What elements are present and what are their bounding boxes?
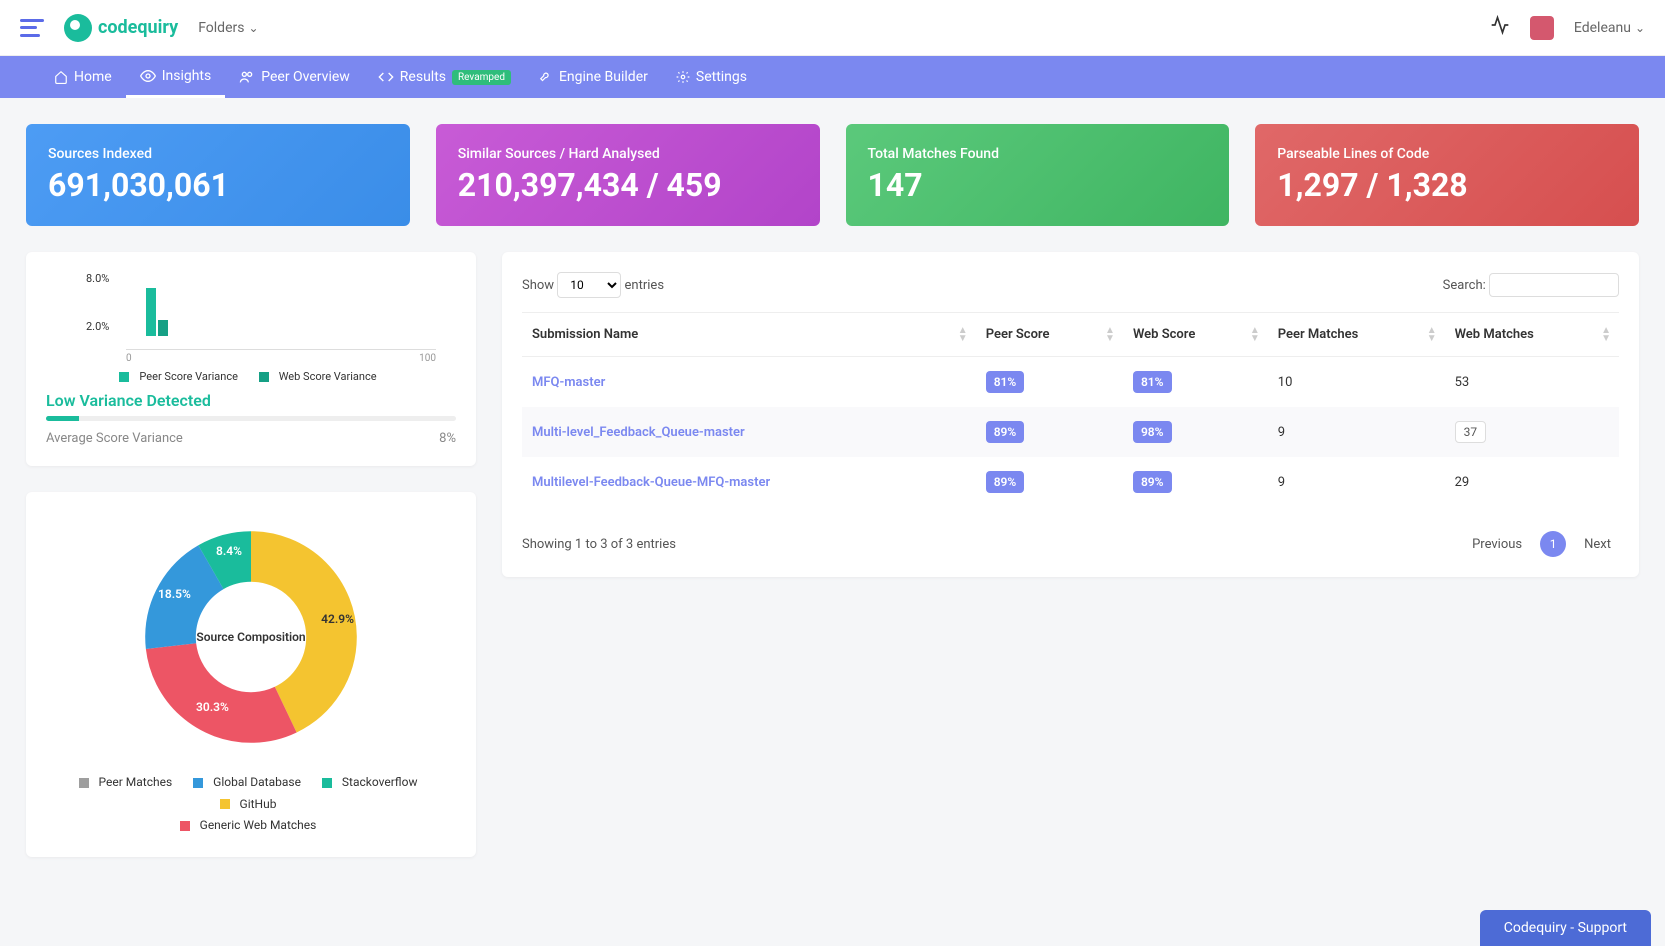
table-row: Multi-level_Feedback_Queue-master 89% 98% 9… xyxy=(522,407,1619,457)
stat-value: 210,397,434 / 459 xyxy=(458,166,798,204)
prev-button[interactable]: Previous xyxy=(1464,533,1530,556)
brand-icon xyxy=(64,14,92,42)
variance-footer-label: Average Score Variance xyxy=(46,431,183,446)
variance-title: Low Variance Detected xyxy=(46,391,456,410)
variance-chart: 8.0% 2.0% 0100 xyxy=(126,272,436,362)
table-info: Showing 1 to 3 of 3 entries xyxy=(522,537,676,552)
source-composition-chart: Source Composition 8.4% 18.5% 30.3% 42.9… xyxy=(136,522,366,752)
search-input[interactable] xyxy=(1489,273,1619,297)
entries-control: Show 10 entries xyxy=(522,272,664,298)
user-menu-dropdown[interactable]: Edeleanu xyxy=(1574,20,1645,36)
wrench-icon xyxy=(539,70,553,84)
variance-legend: Peer Score Variance Web Score Variance xyxy=(46,370,456,383)
peer-score-badge: 89% xyxy=(986,421,1025,443)
search-control: Search: xyxy=(1443,273,1619,297)
col-web-matches[interactable]: Web Matches▲▼ xyxy=(1445,313,1619,357)
peer-matches-value: 9 xyxy=(1268,407,1445,457)
support-widget[interactable]: Codequiry - Support xyxy=(1480,910,1651,946)
web-matches-value: 53 xyxy=(1455,375,1470,390)
nav-insights[interactable]: Insights xyxy=(126,56,226,98)
stat-label: Total Matches Found xyxy=(868,146,1208,162)
user-avatar-icon[interactable] xyxy=(1530,16,1554,40)
activity-icon[interactable] xyxy=(1490,15,1510,40)
stat-sources-indexed: Sources Indexed 691,030,061 xyxy=(26,124,410,226)
col-peer-matches[interactable]: Peer Matches▲▼ xyxy=(1268,313,1445,357)
donut-legend: Peer Matches Global Database Stackoverfl… xyxy=(46,772,456,837)
stat-value: 147 xyxy=(868,166,1208,204)
code-icon xyxy=(378,69,394,85)
peer-score-badge: 89% xyxy=(986,471,1025,493)
col-submission-name[interactable]: Submission Name▲▼ xyxy=(522,313,976,357)
stat-label: Parseable Lines of Code xyxy=(1277,146,1617,162)
users-icon xyxy=(239,69,255,85)
submission-link[interactable]: Multi-level_Feedback_Queue-master xyxy=(532,425,745,440)
peer-matches-value: 10 xyxy=(1268,357,1445,408)
pagination: Previous 1 Next xyxy=(1464,531,1619,557)
next-button[interactable]: Next xyxy=(1576,533,1619,556)
web-matches-value: 29 xyxy=(1455,475,1470,490)
nav-peer-overview[interactable]: Peer Overview xyxy=(225,56,364,98)
main-nav: Home Insights Peer Overview Results Reva… xyxy=(0,56,1665,98)
peer-score-badge: 81% xyxy=(986,371,1025,393)
nav-settings[interactable]: Settings xyxy=(662,56,761,98)
web-matches-value: 37 xyxy=(1455,421,1487,443)
eye-icon xyxy=(140,68,156,84)
brand-logo[interactable]: codequiry xyxy=(64,14,178,42)
nav-results[interactable]: Results Revamped xyxy=(364,56,525,98)
revamped-badge: Revamped xyxy=(452,70,511,85)
stat-similar-sources: Similar Sources / Hard Analysed 210,397,… xyxy=(436,124,820,226)
entries-select[interactable]: 10 xyxy=(557,272,621,298)
col-peer-score[interactable]: Peer Score▲▼ xyxy=(976,313,1123,357)
page-number[interactable]: 1 xyxy=(1540,531,1566,557)
brand-name: codequiry xyxy=(98,17,178,38)
nav-engine-builder[interactable]: Engine Builder xyxy=(525,56,662,98)
stat-total-matches: Total Matches Found 147 xyxy=(846,124,1230,226)
stat-parseable-lines: Parseable Lines of Code 1,297 / 1,328 xyxy=(1255,124,1639,226)
peer-matches-value: 9 xyxy=(1268,457,1445,507)
web-score-badge: 98% xyxy=(1133,421,1172,443)
table-row: MFQ-master 81% 81% 10 53 xyxy=(522,357,1619,408)
submission-link[interactable]: MFQ-master xyxy=(532,375,605,390)
gear-icon xyxy=(676,70,690,84)
stats-row: Sources Indexed 691,030,061 Similar Sour… xyxy=(26,124,1639,226)
submissions-table-card: Show 10 entries Search: Submission Name▲… xyxy=(502,252,1639,577)
stat-label: Sources Indexed xyxy=(48,146,388,162)
stat-value: 1,297 / 1,328 xyxy=(1277,166,1617,204)
home-icon xyxy=(54,70,68,84)
col-web-score[interactable]: Web Score▲▼ xyxy=(1123,313,1268,357)
folders-dropdown[interactable]: Folders xyxy=(198,20,258,36)
stat-label: Similar Sources / Hard Analysed xyxy=(458,146,798,162)
variance-card: 8.0% 2.0% 0100 Peer Score Variance Web S… xyxy=(26,252,476,466)
variance-progress xyxy=(46,416,456,421)
web-score-badge: 81% xyxy=(1133,371,1172,393)
variance-footer-value: 8% xyxy=(439,431,456,446)
submissions-table: Submission Name▲▼ Peer Score▲▼ Web Score… xyxy=(522,312,1619,507)
stat-value: 691,030,061 xyxy=(48,166,388,204)
table-row: Multilevel-Feedback-Queue-MFQ-master 89% 8… xyxy=(522,457,1619,507)
donut-card: Source Composition 8.4% 18.5% 30.3% 42.9… xyxy=(26,492,476,857)
submission-link[interactable]: Multilevel-Feedback-Queue-MFQ-master xyxy=(532,475,770,490)
nav-home[interactable]: Home xyxy=(40,56,126,98)
topbar: codequiry Folders Edeleanu xyxy=(0,0,1665,56)
menu-toggle-button[interactable] xyxy=(20,19,44,37)
web-score-badge: 89% xyxy=(1133,471,1172,493)
